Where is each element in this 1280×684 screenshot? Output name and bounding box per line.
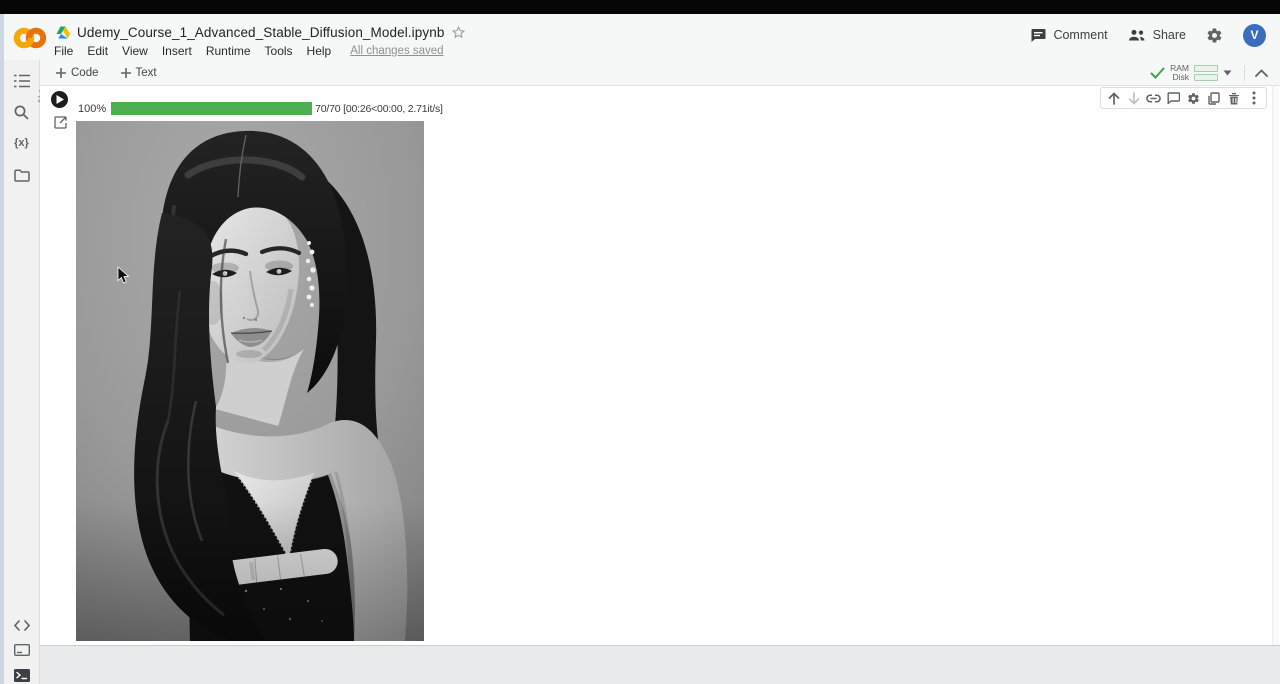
menu-edit[interactable]: Edit	[87, 44, 108, 58]
star-icon[interactable]	[451, 25, 466, 40]
add-code-button[interactable]: Code	[50, 64, 105, 82]
terminal-icon[interactable]	[13, 666, 31, 684]
comment-icon	[1030, 28, 1046, 43]
resource-gauges	[1194, 65, 1218, 81]
menu-bar: File Edit View Insert Runtime Tools Help…	[54, 42, 444, 60]
connected-check-icon	[1150, 67, 1165, 79]
table-of-contents-icon[interactable]	[13, 72, 31, 90]
notebook-title[interactable]: Udemy_Course_1_Advanced_Stable_Diffusion…	[77, 25, 444, 40]
move-cell-down-icon[interactable]	[1125, 90, 1142, 107]
menu-tools[interactable]: Tools	[265, 44, 293, 58]
progress-percent: 100%	[78, 103, 106, 115]
cell-toolbar	[1100, 87, 1267, 109]
resource-monitor[interactable]: RAM Disk	[1150, 64, 1236, 82]
menu-view[interactable]: View	[122, 44, 148, 58]
plus-icon	[121, 68, 131, 78]
share-label: Share	[1153, 28, 1186, 42]
disk-gauge	[1194, 74, 1218, 81]
share-people-icon	[1128, 29, 1146, 42]
progress-bar	[111, 102, 312, 115]
title-row: Udemy_Course_1_Advanced_Stable_Diffusion…	[56, 22, 466, 42]
variables-icon[interactable]: {x}	[13, 134, 31, 152]
show-output-toggle[interactable]	[54, 116, 67, 129]
notebook-toolbar: Code Text RAM Disk	[40, 60, 1280, 86]
share-button[interactable]: Share	[1128, 28, 1186, 42]
menu-insert[interactable]: Insert	[162, 44, 192, 58]
play-icon	[56, 95, 64, 104]
copy-link-to-cell-icon[interactable]	[1145, 90, 1162, 107]
colab-window: Udemy_Course_1_Advanced_Stable_Diffusion…	[0, 0, 1280, 684]
header-actions: Comment Share V	[1030, 23, 1266, 47]
colab-app: Udemy_Course_1_Advanced_Stable_Diffusion…	[4, 14, 1280, 684]
code-snippets-icon[interactable]	[13, 616, 31, 634]
top-letterbox-bar	[0, 0, 1280, 14]
tqdm-progress-widget: 100% 70/70 [00:26<00:00, 2.71it/s]	[78, 102, 443, 115]
plus-icon	[56, 68, 66, 78]
variables-glyph: {x}	[14, 137, 29, 149]
output-image-portrait	[76, 121, 424, 641]
search-icon[interactable]	[13, 103, 31, 121]
add-text-button[interactable]: Text	[115, 64, 163, 82]
dropdown-caret-icon	[1223, 70, 1232, 76]
settings-gear-icon[interactable]	[1206, 27, 1223, 44]
add-comment-icon[interactable]	[1165, 90, 1182, 107]
bottom-strip	[40, 645, 1280, 684]
files-folder-icon[interactable]	[13, 166, 31, 184]
drive-file-icon	[56, 26, 70, 39]
add-code-label: Code	[71, 67, 99, 79]
menu-runtime[interactable]: Runtime	[206, 44, 251, 58]
colab-logo-icon[interactable]	[13, 25, 47, 51]
scrollbar[interactable]	[1272, 86, 1279, 645]
comment-label: Comment	[1053, 28, 1107, 42]
notebook-content: 100% 70/70 [00:26<00:00, 2.71it/s]	[40, 86, 1280, 645]
ram-gauge	[1194, 65, 1218, 72]
disk-label: Disk	[1172, 73, 1189, 82]
comment-button[interactable]: Comment	[1030, 28, 1107, 43]
save-status[interactable]: All changes saved	[350, 45, 443, 57]
editor-settings-gear-icon[interactable]	[1185, 90, 1202, 107]
left-sidebar: {x}	[4, 60, 40, 684]
move-cell-up-icon[interactable]	[1105, 90, 1122, 107]
add-text-label: Text	[136, 67, 157, 79]
command-palette-icon[interactable]	[13, 641, 31, 659]
toolbar-divider	[1244, 65, 1245, 81]
collapse-header-chevron[interactable]	[1255, 69, 1268, 77]
avatar[interactable]: V	[1243, 24, 1266, 47]
progress-stats: 70/70 [00:26<00:00, 2.71it/s]	[315, 103, 443, 115]
mirror-cell-copy-icon[interactable]	[1205, 90, 1222, 107]
more-cell-actions-icon[interactable]	[1245, 90, 1262, 107]
delete-cell-icon[interactable]	[1225, 90, 1242, 107]
menu-help[interactable]: Help	[307, 44, 332, 58]
run-cell-button[interactable]	[51, 91, 68, 108]
menu-file[interactable]: File	[54, 44, 73, 58]
